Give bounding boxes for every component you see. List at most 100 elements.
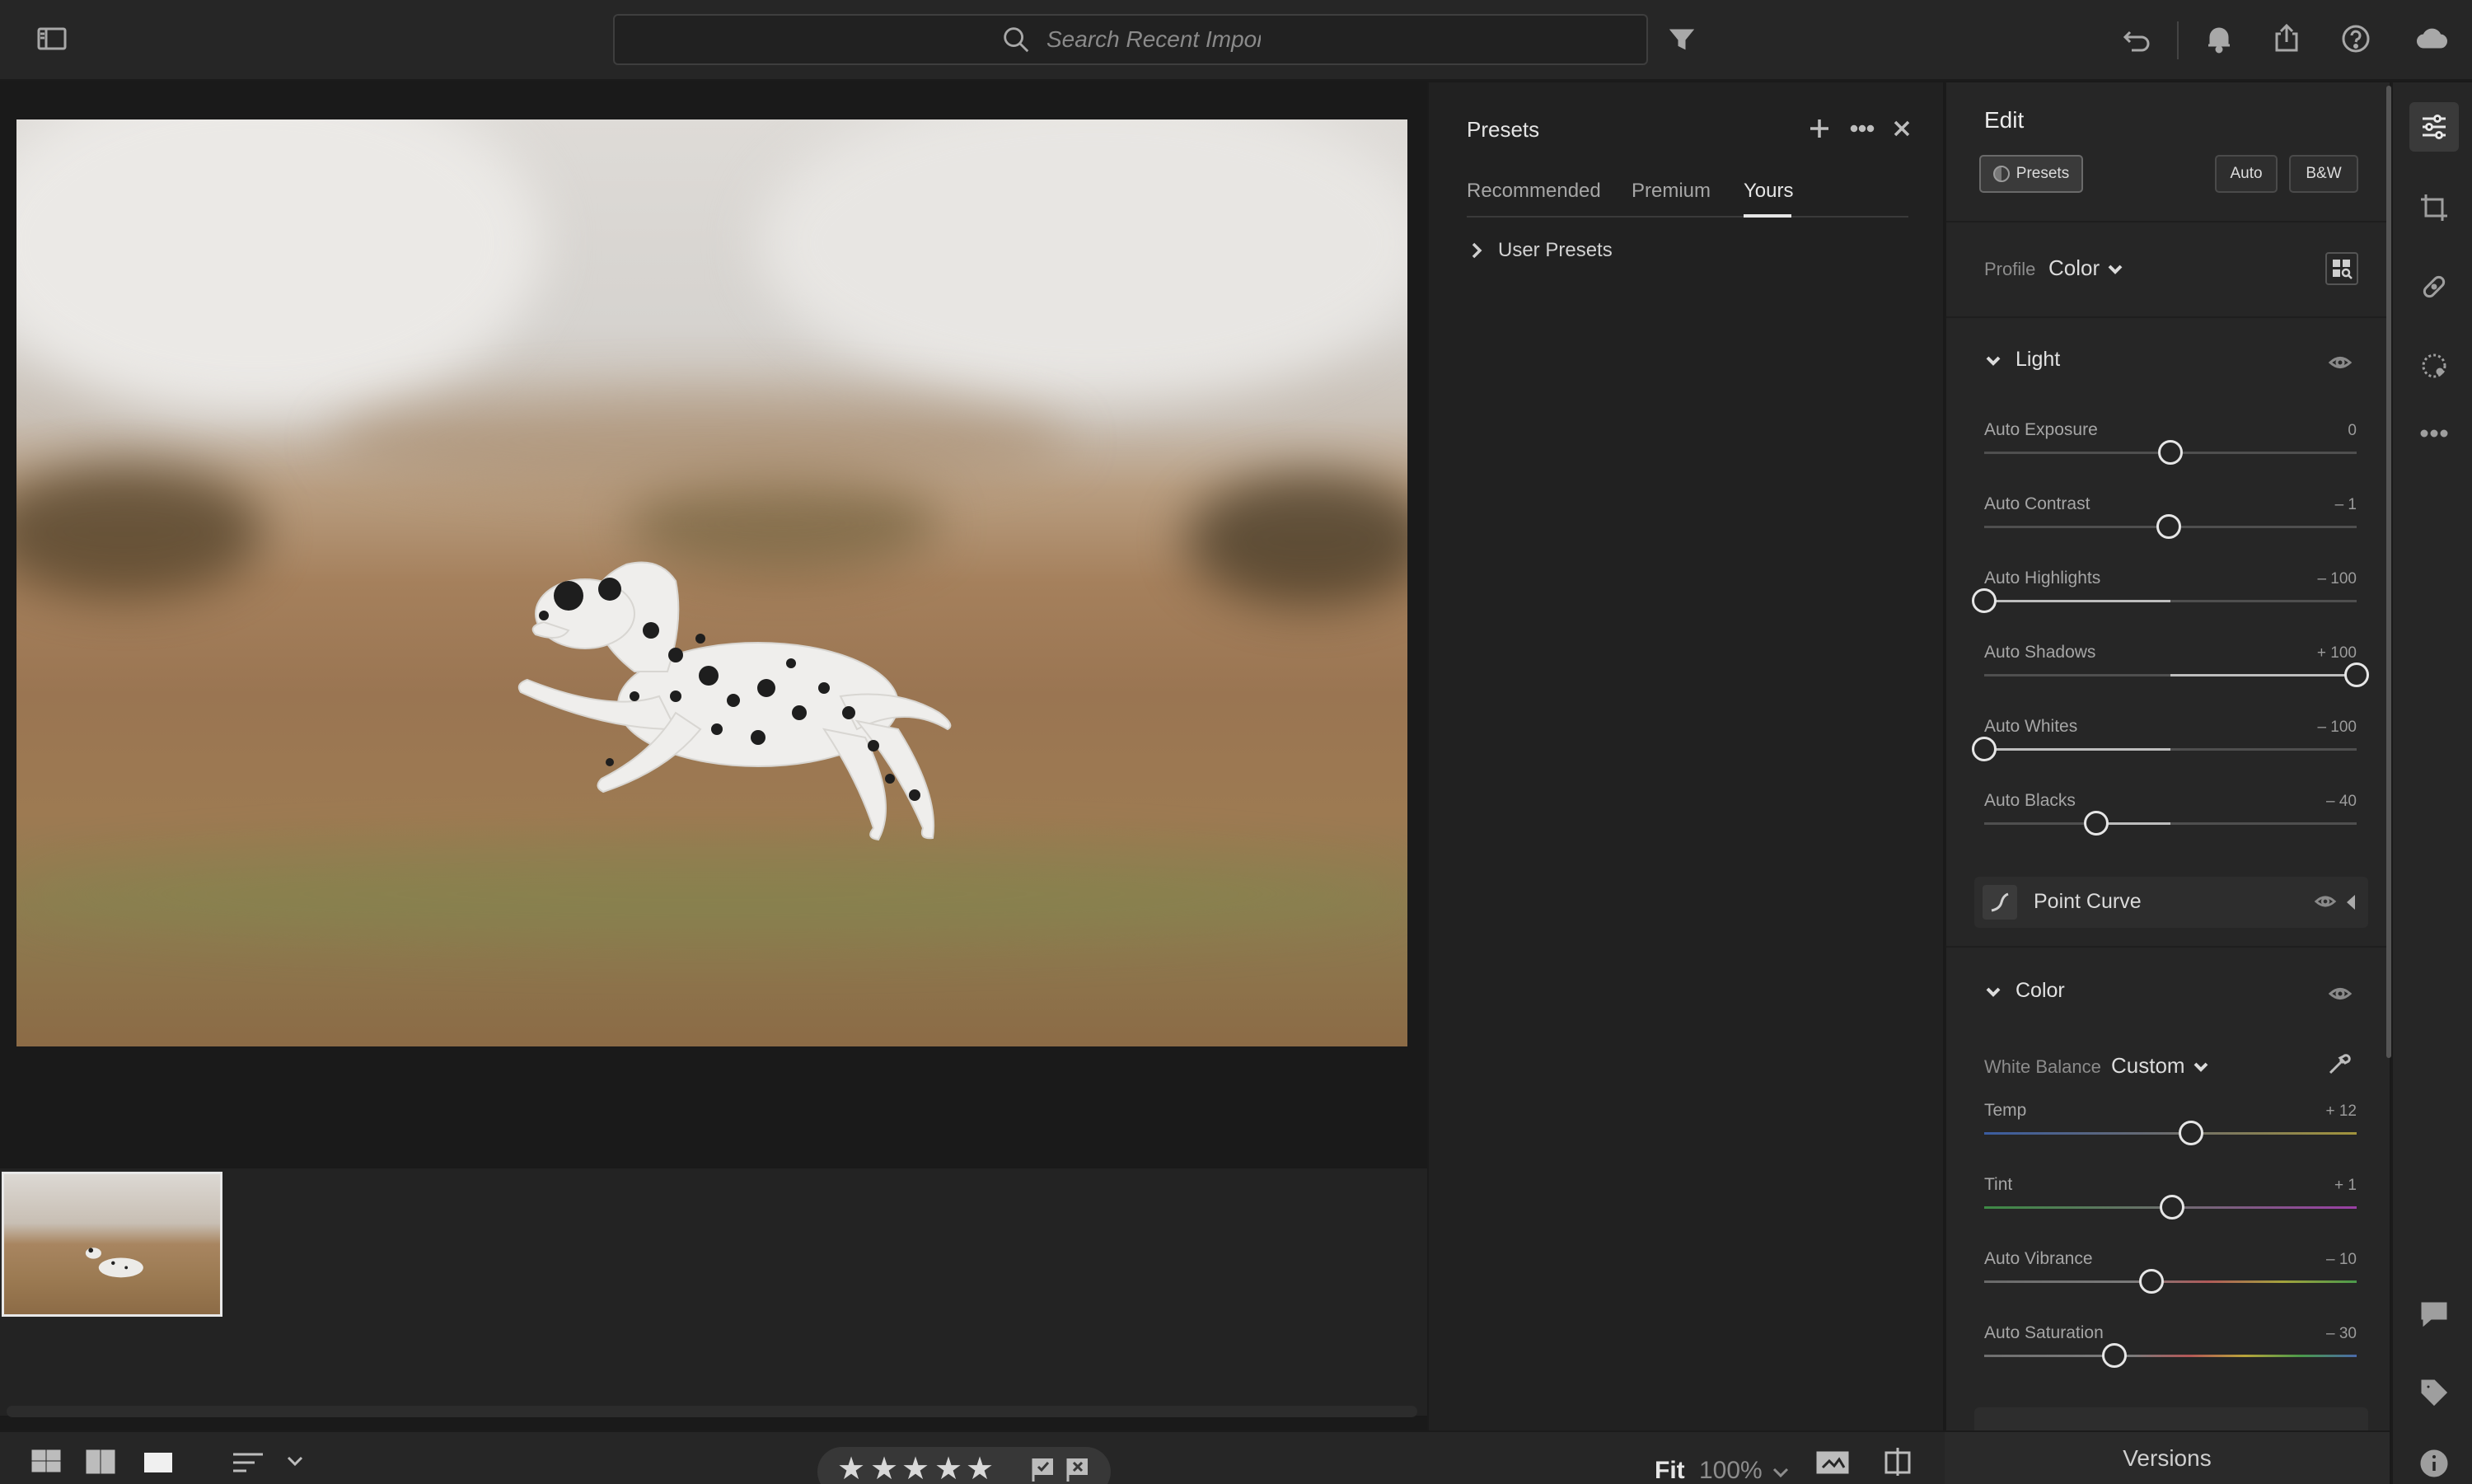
sidebar-toggle-icon[interactable]: [31, 18, 73, 59]
white-balance-select[interactable]: Custom: [2111, 1053, 2210, 1079]
sort-icon[interactable]: [227, 1440, 269, 1478]
comment-icon[interactable]: [2409, 1289, 2459, 1338]
pick-flag-icon[interactable]: [1030, 1455, 1056, 1483]
masking-icon[interactable]: [2409, 341, 2459, 391]
slider-knob[interactable]: [2156, 514, 2181, 539]
profile-browser-icon[interactable]: [2325, 252, 2358, 285]
close-icon[interactable]: [1885, 112, 1918, 145]
filter-icon[interactable]: [1661, 18, 1702, 59]
edit-panel: Edit Presets Auto B&W Profile Color Ligh…: [1945, 82, 2391, 1484]
zoom-fit-button[interactable]: Fit: [1655, 1457, 1685, 1484]
slider-value[interactable]: + 12: [2325, 1102, 2357, 1121]
chevron-down-icon[interactable]: [282, 1440, 308, 1478]
slider-value[interactable]: + 100: [2317, 644, 2357, 662]
slider-track[interactable]: [1972, 588, 2357, 613]
search-input[interactable]: [1046, 26, 1261, 53]
slider-value[interactable]: – 40: [2326, 793, 2357, 811]
slider-knob[interactable]: [1972, 588, 1997, 613]
chevron-down-icon: [2108, 264, 2123, 274]
cloud-icon[interactable]: [2411, 18, 2452, 59]
slider-track[interactable]: [1972, 737, 2357, 761]
thumbnail-puppy: [85, 1248, 143, 1278]
reject-flag-icon[interactable]: [1065, 1455, 1091, 1483]
star-rating-1[interactable]: ★: [837, 1454, 865, 1484]
slider-knob[interactable]: [2158, 440, 2183, 465]
star-rating-4[interactable]: ★: [934, 1454, 962, 1484]
slider-knob[interactable]: [2160, 1195, 2185, 1220]
bell-icon[interactable]: [2198, 18, 2240, 59]
slider-value[interactable]: – 100: [2317, 570, 2357, 588]
color-mixer-row[interactable]: [1974, 1407, 2368, 1432]
filmstrip-scrollbar[interactable]: [7, 1406, 1417, 1417]
slider-value[interactable]: – 1: [2335, 496, 2357, 514]
slider-knob[interactable]: [2178, 1121, 2203, 1145]
more-options-icon[interactable]: [1846, 112, 1879, 145]
slider-track[interactable]: [1984, 1121, 2357, 1145]
share-icon[interactable]: [2266, 18, 2307, 59]
help-icon[interactable]: [2335, 18, 2376, 59]
info-icon[interactable]: [2409, 1439, 2459, 1484]
eye-icon[interactable]: [2325, 348, 2355, 377]
presets-button[interactable]: Presets: [1979, 155, 2083, 193]
filmstrip-thumbnail[interactable]: [2, 1172, 222, 1317]
slider-label: Auto Shadows: [1984, 643, 2096, 662]
point-curve-row[interactable]: Point Curve: [1974, 877, 2368, 928]
eyedropper-icon[interactable]: [2324, 1046, 2357, 1079]
crop-icon[interactable]: [2409, 183, 2459, 232]
eye-icon[interactable]: [2325, 979, 2355, 1009]
slider-value[interactable]: – 10: [2326, 1251, 2357, 1269]
slider-track[interactable]: [1984, 1343, 2357, 1368]
tab-yours[interactable]: Yours: [1744, 180, 1794, 203]
user-presets-group[interactable]: User Presets: [1467, 239, 1613, 262]
search-bar[interactable]: [613, 14, 1648, 65]
grid-view-icon[interactable]: [82, 1440, 119, 1478]
square-grid-icon[interactable]: [28, 1440, 64, 1478]
undo-icon[interactable]: [2116, 18, 2157, 59]
slider-track[interactable]: [1984, 1269, 2357, 1294]
eye-icon[interactable]: [2314, 890, 2337, 917]
zoom-chevron-icon[interactable]: [1770, 1462, 1791, 1483]
expand-triangle-icon[interactable]: [2347, 895, 2355, 910]
slider-value[interactable]: + 1: [2334, 1177, 2357, 1195]
presets-button-label: Presets: [2016, 165, 2070, 182]
star-rating-3[interactable]: ★: [901, 1454, 929, 1484]
split-view-icon[interactable]: [1877, 1440, 1918, 1478]
light-section-header[interactable]: Light: [1984, 348, 2060, 372]
detail-view-icon[interactable]: [140, 1440, 176, 1478]
star-rating-2[interactable]: ★: [870, 1454, 898, 1484]
slider-track[interactable]: [1984, 1195, 2357, 1220]
versions-button[interactable]: Versions: [1945, 1430, 2390, 1484]
main-photo[interactable]: [16, 119, 1407, 1046]
slider-knob[interactable]: [2083, 811, 2109, 836]
slider-knob[interactable]: [2344, 662, 2369, 687]
tag-icon[interactable]: [2409, 1368, 2459, 1417]
user-presets-label: User Presets: [1498, 239, 1613, 261]
healing-icon[interactable]: [2409, 262, 2459, 311]
edit-panel-title: Edit: [1984, 107, 2025, 133]
color-section-header[interactable]: Color: [1984, 979, 2065, 1003]
slider-label: Auto Highlights: [1984, 569, 2101, 588]
slider-track[interactable]: [1984, 514, 2357, 539]
slider-value[interactable]: – 30: [2326, 1325, 2357, 1343]
slider-track[interactable]: [1984, 440, 2357, 465]
auto-button[interactable]: Auto: [2215, 155, 2278, 193]
more-tools-icon[interactable]: [2409, 409, 2459, 458]
top-bar: [0, 0, 2472, 81]
add-preset-icon[interactable]: [1803, 112, 1836, 145]
slider-track[interactable]: [1984, 662, 2369, 687]
tab-premium[interactable]: Premium: [1632, 180, 1711, 203]
slider-track[interactable]: [1984, 811, 2357, 836]
tab-recommended[interactable]: Recommended: [1467, 180, 1601, 203]
slider-knob[interactable]: [1972, 737, 1997, 761]
slider-knob[interactable]: [2102, 1343, 2128, 1368]
profile-select[interactable]: Color: [2048, 255, 2124, 281]
versions-label: Versions: [2123, 1444, 2212, 1471]
slider-knob[interactable]: [2139, 1269, 2165, 1294]
slider-value[interactable]: – 100: [2317, 719, 2357, 737]
bw-button[interactable]: B&W: [2289, 155, 2358, 193]
slider-value[interactable]: 0: [2348, 422, 2357, 440]
edit-sliders-icon[interactable]: [2409, 102, 2459, 152]
zoom-level-select[interactable]: 100%: [1699, 1457, 1763, 1484]
compare-view-icon[interactable]: [1808, 1440, 1857, 1478]
star-rating-5[interactable]: ★: [966, 1454, 994, 1484]
